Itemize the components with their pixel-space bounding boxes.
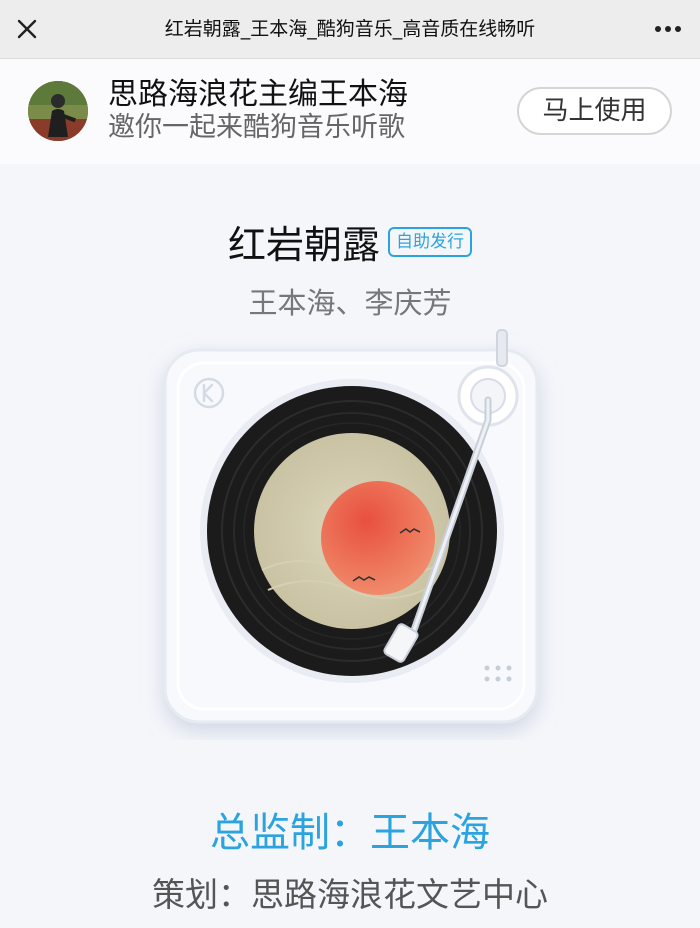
vinyl-record-icon	[200, 379, 504, 683]
credit-planner: 策划：思路海浪花文艺中心	[152, 875, 548, 914]
song-artists: 王本海、李庆芳	[248, 286, 452, 320]
share-banner: 思路海浪花主编王本海 邀你一起来酷狗音乐听歌 马上使用	[0, 59, 700, 164]
more-button[interactable]	[648, 14, 688, 44]
credit-director: 总监制：王本海	[210, 810, 490, 856]
close-button[interactable]	[12, 14, 42, 44]
banner-subtitle: 邀你一起来酷狗音乐听歌	[108, 112, 405, 143]
banner-user-name: 思路海浪花主编王本海	[108, 77, 408, 107]
top-bar: 红岩朝露_王本海_酷狗音乐_高音质在线畅听	[0, 0, 700, 59]
song-title: 红岩朝露	[227, 223, 380, 267]
avatar	[28, 81, 88, 141]
turntable-player[interactable]	[0, 320, 700, 740]
more-dots-icon	[655, 26, 681, 32]
self-release-badge: 自助发行	[388, 226, 472, 257]
page-title: 红岩朝露_王本海_酷狗音乐_高音质在线畅听	[164, 18, 536, 40]
song-title-row: 红岩朝露 自助发行	[0, 214, 700, 269]
close-icon	[17, 19, 37, 39]
use-now-button[interactable]: 马上使用	[517, 87, 672, 135]
